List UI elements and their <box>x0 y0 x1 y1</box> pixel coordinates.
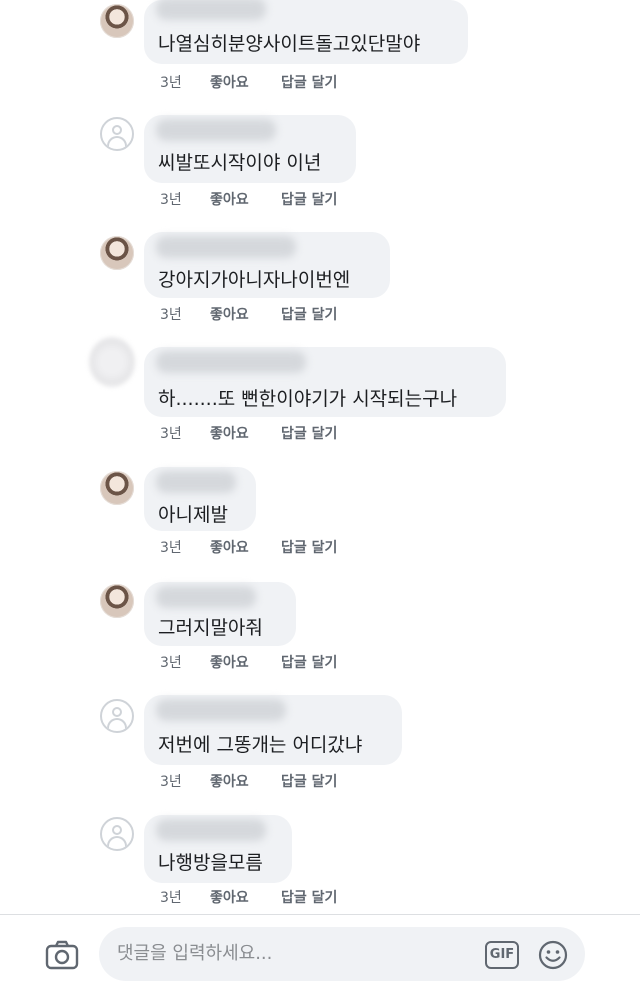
like-link[interactable]: 좋아요 <box>210 72 249 94</box>
reply-link[interactable]: 답글 달기 <box>281 771 337 793</box>
reply-link[interactable]: 답글 달기 <box>281 537 337 559</box>
comment-timestamp: 3년 <box>160 426 182 442</box>
comment-bubble[interactable]: 씨발또시작이야 이년 <box>144 115 356 183</box>
comment-text: 저번에 그똥개는 어디갔냐 <box>158 734 363 756</box>
comment-text: 나행방을모름 <box>158 852 263 874</box>
reply-link[interactable]: 답글 달기 <box>281 72 337 94</box>
like-link[interactable]: 좋아요 <box>210 537 249 559</box>
emoji-icon[interactable] <box>537 939 569 971</box>
author-name-redacted <box>156 0 266 20</box>
like-link[interactable]: 좋아요 <box>210 652 249 674</box>
camera-icon[interactable] <box>44 937 80 973</box>
comment-bubble[interactable]: 강아지가아니자나이번엔 <box>144 232 390 298</box>
avatar[interactable] <box>100 117 134 151</box>
comment-input[interactable]: 댓글을 입력하세요... GIF <box>99 927 585 981</box>
avatar[interactable] <box>100 699 134 733</box>
comment-timestamp: 3년 <box>160 540 182 556</box>
comment-bubble[interactable]: 아니제발 <box>144 467 256 531</box>
avatar[interactable] <box>100 236 134 270</box>
comment-timestamp: 3년 <box>160 890 182 906</box>
comment-timestamp: 3년 <box>160 655 182 671</box>
comment-bubble[interactable]: 저번에 그똥개는 어디갔냐 <box>144 695 402 765</box>
like-link[interactable]: 좋아요 <box>210 771 249 793</box>
comment-timestamp: 3년 <box>160 774 182 790</box>
comment-bubble[interactable]: 나열심히분양사이트돌고있단말야 <box>144 0 468 64</box>
avatar[interactable] <box>100 584 134 618</box>
comment-timestamp: 3년 <box>160 192 182 208</box>
reply-link[interactable]: 답글 달기 <box>281 423 337 445</box>
author-name-redacted <box>156 699 286 721</box>
reply-link[interactable]: 답글 달기 <box>281 887 337 909</box>
comment-timestamp: 3년 <box>160 75 182 91</box>
avatar[interactable] <box>100 4 134 38</box>
comment-text: 하.......또 뻔한이야기가 시작되는구나 <box>158 388 458 410</box>
comment-thread: 나열심히분양사이트돌고있단말야 3년 좋아요 답글 달기 씨발또시작이야 이년 … <box>0 0 640 915</box>
avatar[interactable] <box>89 337 135 387</box>
avatar[interactable] <box>100 471 134 505</box>
comment-text: 아니제발 <box>158 504 228 526</box>
like-link[interactable]: 좋아요 <box>210 423 249 445</box>
comment-text: 씨발또시작이야 이년 <box>158 152 322 174</box>
comment-text: 강아지가아니자나이번엔 <box>158 269 351 291</box>
comment-bubble[interactable]: 나행방을모름 <box>144 815 292 883</box>
gif-icon[interactable]: GIF <box>485 941 519 969</box>
comment-text: 그러지말아줘 <box>158 617 263 639</box>
comment-text: 나열심히분양사이트돌고있단말야 <box>158 33 421 55</box>
author-name-redacted <box>156 586 256 608</box>
author-name-redacted <box>156 471 236 493</box>
like-link[interactable]: 좋아요 <box>210 189 249 211</box>
like-link[interactable]: 좋아요 <box>210 304 249 326</box>
comment-bubble[interactable]: 그러지말아줘 <box>144 582 296 646</box>
author-name-redacted <box>156 351 306 373</box>
reply-link[interactable]: 답글 달기 <box>281 189 337 211</box>
reply-link[interactable]: 답글 달기 <box>281 652 337 674</box>
comment-input-placeholder: 댓글을 입력하세요... <box>117 943 273 964</box>
like-link[interactable]: 좋아요 <box>210 887 249 909</box>
reply-link[interactable]: 답글 달기 <box>281 304 337 326</box>
comment-composer: 댓글을 입력하세요... GIF <box>0 915 640 984</box>
comment-bubble[interactable]: 하.......또 뻔한이야기가 시작되는구나 <box>144 347 506 417</box>
author-name-redacted <box>156 819 266 841</box>
comment-timestamp: 3년 <box>160 307 182 323</box>
avatar[interactable] <box>100 817 134 851</box>
author-name-redacted <box>156 236 296 258</box>
author-name-redacted <box>156 119 276 141</box>
